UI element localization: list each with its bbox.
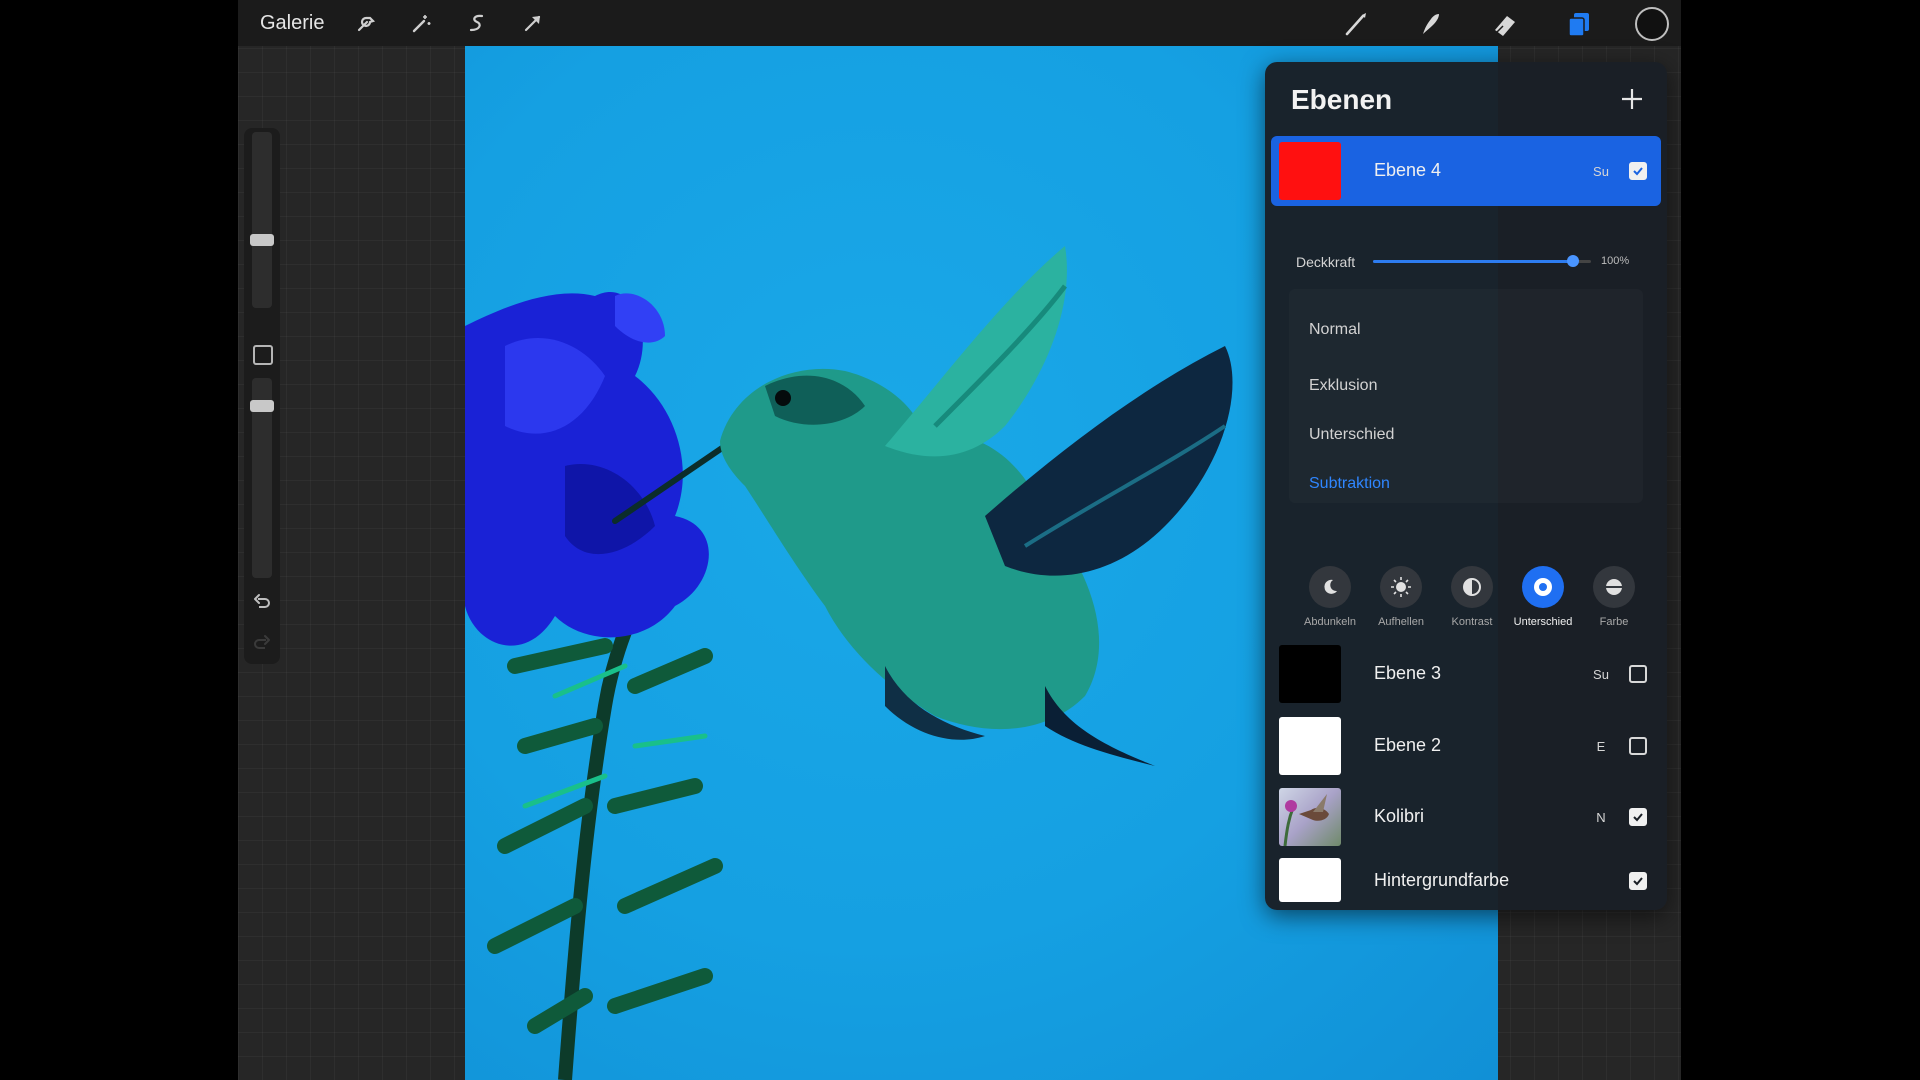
color-picker-swatch[interactable]	[1635, 7, 1669, 41]
wrench-icon[interactable]	[352, 10, 378, 36]
layer-name: Ebene 4	[1374, 160, 1442, 180]
layers-panel-title: Ebenen	[1291, 84, 1393, 115]
layer-thumbnail	[1279, 645, 1341, 703]
layer-blend-mode[interactable]: Su	[1591, 164, 1611, 179]
left-sidebar	[244, 128, 280, 664]
category-unterschied[interactable]: Unterschied	[1508, 566, 1578, 628]
eraser-icon[interactable]	[1490, 9, 1520, 39]
layer-thumbnail	[1279, 717, 1341, 775]
category-farbe[interactable]: Farbe	[1579, 566, 1649, 628]
category-label: Unterschied	[1513, 616, 1573, 628]
layer-thumbnail	[1279, 142, 1341, 200]
blend-mode-unterschied[interactable]: Unterschied	[1309, 426, 1394, 444]
layer-name: Ebene 3	[1374, 663, 1442, 683]
opacity-slider-thumb[interactable]	[1567, 255, 1579, 267]
layer-visibility-checkbox[interactable]	[1629, 162, 1647, 180]
layer-row-ebene-3[interactable]: Ebene 3 Su	[1271, 639, 1661, 709]
selection-s-icon[interactable]	[464, 10, 490, 36]
layer-name: Ebene 2	[1374, 735, 1442, 755]
moon-icon	[1309, 566, 1351, 608]
opacity-label: Deckkraft	[1296, 254, 1356, 270]
layers-panel: Ebenen Ebene 4 Su Deckkraft 100% Normal …	[1265, 62, 1667, 910]
layer-blend-mode[interactable]: N	[1591, 810, 1611, 825]
blend-mode-exklusion[interactable]: Exklusion	[1309, 377, 1377, 395]
blend-mode-normal[interactable]: Normal	[1309, 321, 1361, 339]
opacity-value: 100%	[1601, 255, 1630, 267]
hummingbird	[612, 246, 1233, 766]
check-icon	[1633, 877, 1643, 886]
layer-row-kolibri[interactable]: Kolibri N	[1271, 782, 1661, 852]
modify-button[interactable]	[253, 345, 273, 365]
category-aufhellen[interactable]: Aufhellen	[1366, 566, 1436, 628]
brush-icon[interactable]	[1342, 9, 1372, 39]
undo-icon[interactable]	[251, 592, 273, 614]
transform-arrow-icon[interactable]	[520, 10, 546, 36]
brush-size-thumb[interactable]	[250, 234, 274, 246]
plus-icon[interactable]	[1617, 84, 1647, 114]
difference-icon	[1522, 566, 1564, 608]
opacity-slider[interactable]	[1373, 255, 1591, 267]
hummingbird-thumbnail-image	[1283, 794, 1329, 846]
layer-row-ebene-2[interactable]: Ebene 2 E	[1271, 711, 1661, 781]
top-toolbar: Galerie	[238, 0, 1681, 46]
brush-size-slider[interactable]	[252, 132, 272, 308]
layer-thumbnail	[1279, 788, 1341, 846]
opacity-slider-fill	[1373, 260, 1571, 263]
category-label: Kontrast	[1451, 616, 1493, 628]
layers-icon[interactable]	[1564, 9, 1594, 39]
layer-name: Hintergrundfarbe	[1374, 870, 1510, 890]
layer-name: Kolibri	[1374, 806, 1425, 826]
layer-thumbnail	[1279, 858, 1341, 902]
blend-mode-subtraktion[interactable]: Subtraktion	[1309, 475, 1390, 493]
layer-blend-mode[interactable]: Su	[1591, 667, 1611, 682]
redo-icon[interactable]	[251, 633, 273, 655]
check-icon	[1633, 813, 1643, 822]
sun-icon	[1380, 566, 1422, 608]
category-kontrast[interactable]: Kontrast	[1437, 566, 1507, 628]
opacity-thumb[interactable]	[250, 400, 274, 412]
category-label: Aufhellen	[1378, 616, 1424, 628]
category-label: Abdunkeln	[1304, 616, 1356, 628]
layer-visibility-checkbox[interactable]	[1629, 737, 1647, 755]
layer-row-hintergrundfarbe[interactable]: Hintergrundfarbe	[1271, 846, 1661, 916]
layer-visibility-checkbox[interactable]	[1629, 808, 1647, 826]
contrast-icon	[1451, 566, 1493, 608]
procreate-app: Galerie Ebenen Ebene 4 Su Deckkraft 100%…	[238, 0, 1681, 1080]
layer-visibility-checkbox[interactable]	[1629, 665, 1647, 683]
category-label: Farbe	[1599, 616, 1629, 628]
layer-blend-mode[interactable]: E	[1591, 739, 1611, 754]
gallery-button[interactable]: Galerie	[260, 12, 324, 35]
category-abdunkeln[interactable]: Abdunkeln	[1295, 566, 1365, 628]
layer-visibility-checkbox[interactable]	[1629, 872, 1647, 890]
layer-row-ebene-4[interactable]: Ebene 4 Su	[1271, 136, 1661, 206]
blue-flower	[465, 292, 709, 646]
magic-wand-icon[interactable]	[408, 10, 434, 36]
smudge-icon[interactable]	[1416, 9, 1446, 39]
color-icon	[1593, 566, 1635, 608]
check-icon	[1633, 167, 1643, 176]
blend-mode-list: Normal Exklusion Unterschied Subtraktion	[1289, 289, 1643, 503]
flower-stem	[487, 562, 723, 1080]
